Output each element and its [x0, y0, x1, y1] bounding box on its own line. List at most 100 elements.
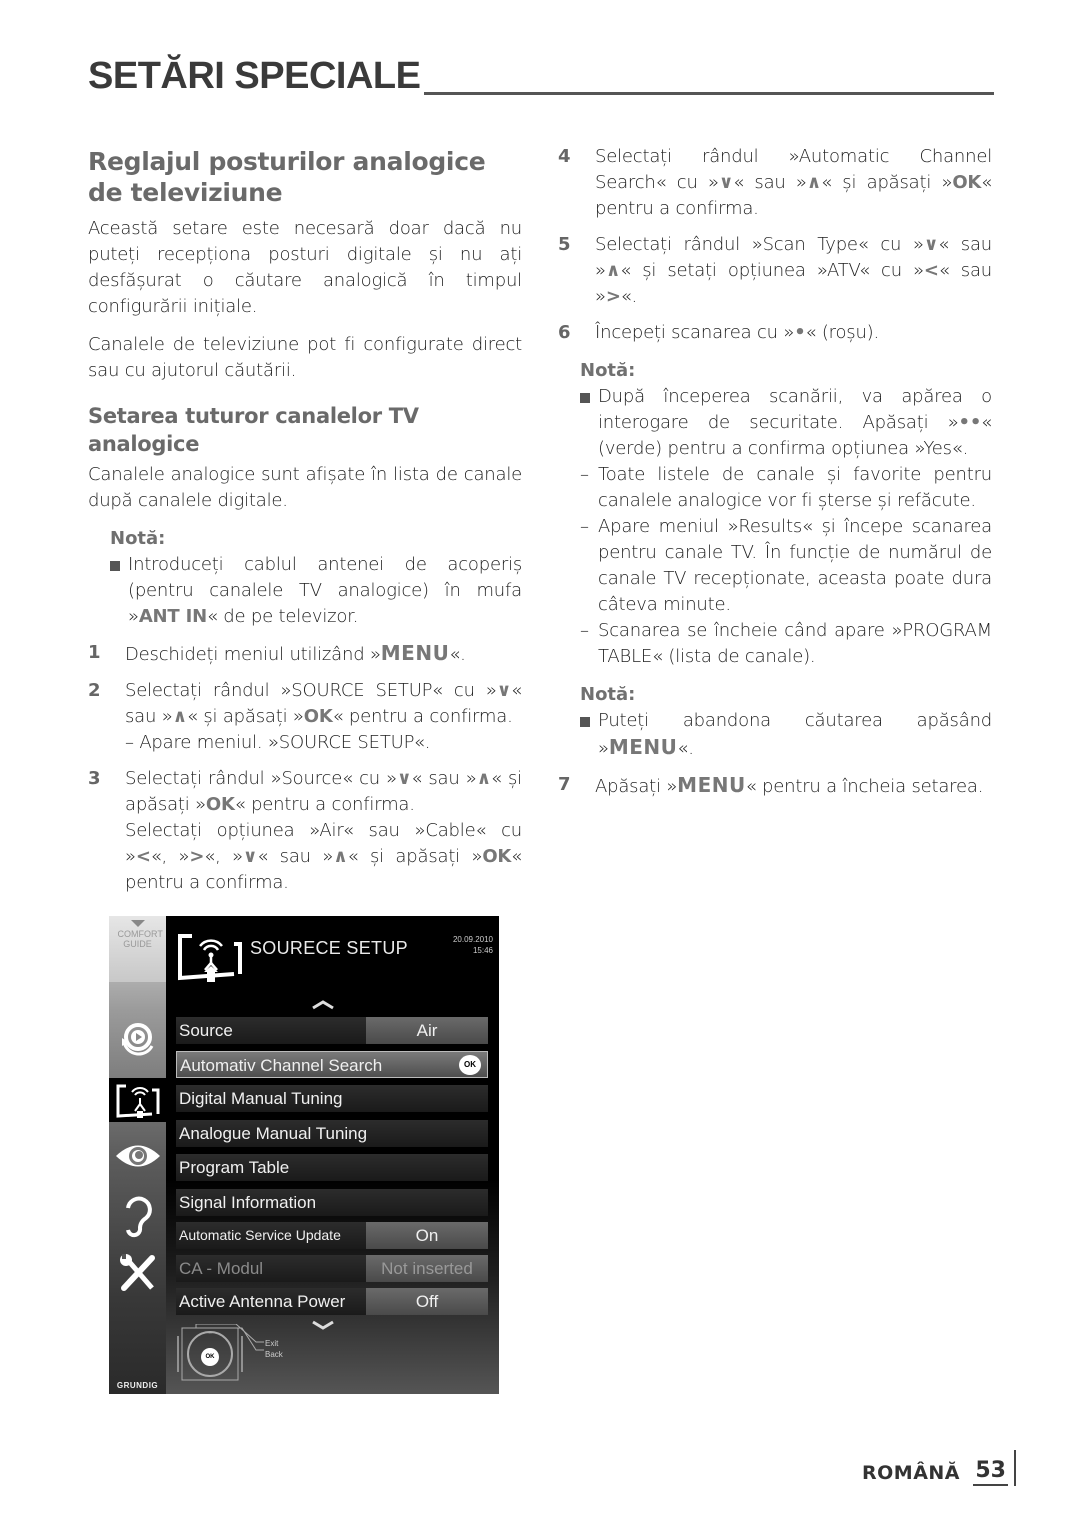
note-bullet: Puteți abandona căutarea apăsând »MENU«. [580, 708, 992, 762]
step-number: 6 [558, 322, 571, 343]
sidebar-item-source-setup[interactable] [109, 1078, 169, 1122]
osd-sidebar: COMFORT GUIDE GRUNDIG [109, 916, 169, 1394]
menu-row-active-antenna-power[interactable]: Active Antenna Power Off [176, 1288, 488, 1315]
note-label: Notă: [580, 684, 636, 705]
note-bullet: După începerea scanării, va apărea o int… [580, 384, 992, 462]
antenna-icon [116, 1084, 160, 1118]
menu-key: MENU [608, 735, 678, 759]
menu-row-label: Signal Information [179, 1193, 317, 1212]
step-text: « (roșu). [805, 322, 880, 343]
note-bullet: Introduceți cablul antenei de acoperiș (… [110, 552, 522, 630]
note-text: « de pe televizor. [206, 606, 359, 627]
right-column: 4 Selectați rândul »Automatic Channel Se… [558, 144, 992, 800]
svg-text:^: ^ [209, 1332, 212, 1338]
osd-menu-title: SOURECE SETUP [250, 938, 408, 958]
note-block-abort: Notă: Puteți abandona căutarea apăsând »… [558, 682, 992, 762]
note-dash-item: – Toate listele de canale și favorite pen… [580, 462, 992, 514]
menu-row-automatic-service-update[interactable]: Automatic Service Update On [176, 1222, 488, 1249]
step-text: « sau » [257, 846, 334, 867]
note-block-left: Notă: Introduceți cablul antenei de acop… [88, 526, 522, 630]
down-arrow-key-icon: ∨ [923, 234, 939, 255]
source-setup-antenna-icon [178, 934, 242, 982]
down-arrow-key-icon: ∨ [396, 768, 412, 789]
ok-key: OK [952, 172, 982, 193]
menu-row-label: CA - Modul [179, 1259, 264, 1278]
menu-row-source[interactable]: Source Air [176, 1017, 488, 1044]
note-text: Scanarea se încheie când apare »PROGRAM … [598, 620, 992, 667]
step-number: 7 [558, 774, 571, 795]
remote-navigation-icon: ^ [177, 1324, 264, 1381]
step-4: 4 Selectați rândul »Automatic Channel Se… [558, 144, 992, 222]
sidebar-item-settings[interactable] [109, 1250, 166, 1294]
step-5: 5 Selectați rândul »Scan Type« cu »∨« sa… [558, 232, 992, 310]
note-label: Notă: [110, 528, 166, 549]
comfort-guide-tab[interactable]: COMFORT GUIDE [109, 916, 166, 982]
note-label: Notă: [580, 360, 636, 381]
section-heading: Reglajul posturilor analogice de televiz… [88, 147, 486, 207]
page-header: SETĂRI SPECIALE [88, 56, 994, 96]
menu-key: MENU [380, 641, 450, 665]
step-text: « și apăsați » [821, 172, 953, 193]
menu-row-value[interactable]: Off [366, 1288, 488, 1315]
dash-marker: – [580, 464, 589, 485]
step-result: – Apare meniul. »SOURCE SETUP«. [125, 732, 431, 753]
step-number: 4 [558, 146, 571, 167]
down-arrow-key-icon: ∨ [496, 680, 512, 701]
step-text: «, » [150, 846, 190, 867]
up-arrow-key-icon: ∧ [806, 172, 822, 193]
menu-row-label: Active Antenna Power [179, 1292, 346, 1311]
menu-row-value[interactable]: Air [366, 1017, 488, 1044]
menu-row-automatic-channel-search[interactable]: Automativ Channel Search OK [176, 1051, 488, 1078]
menu-row-value: Not inserted [366, 1255, 488, 1282]
subsection-heading: Setarea tuturor canalelor TV analogice [88, 404, 419, 456]
step-text: « pentru a confirma. [234, 794, 415, 815]
menu-row-program-table[interactable]: Program Table [176, 1154, 488, 1181]
sidebar-item-playback[interactable] [109, 1016, 166, 1060]
step-number: 1 [88, 642, 101, 663]
down-arrow-key-icon: ∨ [718, 172, 734, 193]
green-button-icon: •• [958, 412, 982, 433]
menu-row-digital-manual-tuning[interactable]: Digital Manual Tuning [176, 1085, 488, 1112]
page-number: 53 [973, 1458, 1008, 1486]
ok-badge-icon: OK [459, 1055, 481, 1075]
left-arrow-key-icon: < [135, 846, 151, 867]
step-text: Selectați rândul »Scan Type« cu » [595, 234, 924, 255]
ok-key: OK [482, 846, 512, 867]
sidebar-item-sound[interactable] [109, 1194, 166, 1238]
subsection-paragraph: Canalele analogice sunt afișate în lista… [88, 464, 522, 511]
note-dash-item: – Apare meniul »Results« și începe scanar… [580, 514, 992, 618]
right-arrow-key-icon: > [605, 286, 621, 307]
step-text: Deschideți meniul utilizând » [125, 644, 381, 665]
menu-row-label: Automativ Channel Search [180, 1056, 383, 1075]
menu-row-label: Analogue Manual Tuning [179, 1124, 368, 1143]
step-number: 3 [88, 768, 101, 789]
step-text: « și setați opțiunea »ATV« cu » [620, 260, 924, 281]
grundig-logo: GRUNDIG [116, 1381, 159, 1390]
step-text: « sau » [733, 172, 807, 193]
step-7: 7 Apăsați »MENU« pentru a încheia setare… [558, 772, 992, 800]
step-text: « și apăsați » [347, 846, 483, 867]
comfort-guide-label: COMFORT GUIDE [117, 929, 163, 949]
dash-marker: – [580, 516, 589, 537]
menu-row-signal-information[interactable]: Signal Information [176, 1189, 488, 1216]
down-arrow-key-icon: ∨ [242, 846, 258, 867]
eye-icon [115, 1145, 160, 1167]
scroll-up-icon[interactable] [311, 1000, 335, 1010]
menu-row-value[interactable]: On [366, 1222, 488, 1249]
page-title: SETĂRI SPECIALE [88, 56, 425, 96]
menu-row-analogue-manual-tuning[interactable]: Analogue Manual Tuning [176, 1120, 488, 1147]
note-block-scan: Notă: După începerea scanării, va apărea… [558, 358, 992, 670]
triangle-down-icon [130, 920, 145, 927]
language-label: ROMÂNĂ [862, 1462, 960, 1484]
sidebar-item-picture[interactable] [109, 1134, 166, 1178]
dash-marker: – [580, 620, 589, 641]
scroll-down-icon[interactable] [311, 1320, 335, 1330]
note-text: Apare meniul »Results« și începe scanare… [598, 516, 992, 615]
step-number: 2 [88, 680, 101, 701]
page-footer: ROMÂNĂ 53 [816, 1450, 1016, 1488]
step-2: 2 Selectați rândul »SOURCE SETUP« cu »∨ «… [88, 678, 522, 756]
left-arrow-key-icon: < [923, 260, 939, 281]
step-text: « pentru a confirma. [332, 706, 513, 727]
step-6: 6 Începeți scanarea cu »•« (roșu). [558, 320, 992, 346]
note-text: După începerea scanării, va apărea o int… [598, 386, 992, 433]
